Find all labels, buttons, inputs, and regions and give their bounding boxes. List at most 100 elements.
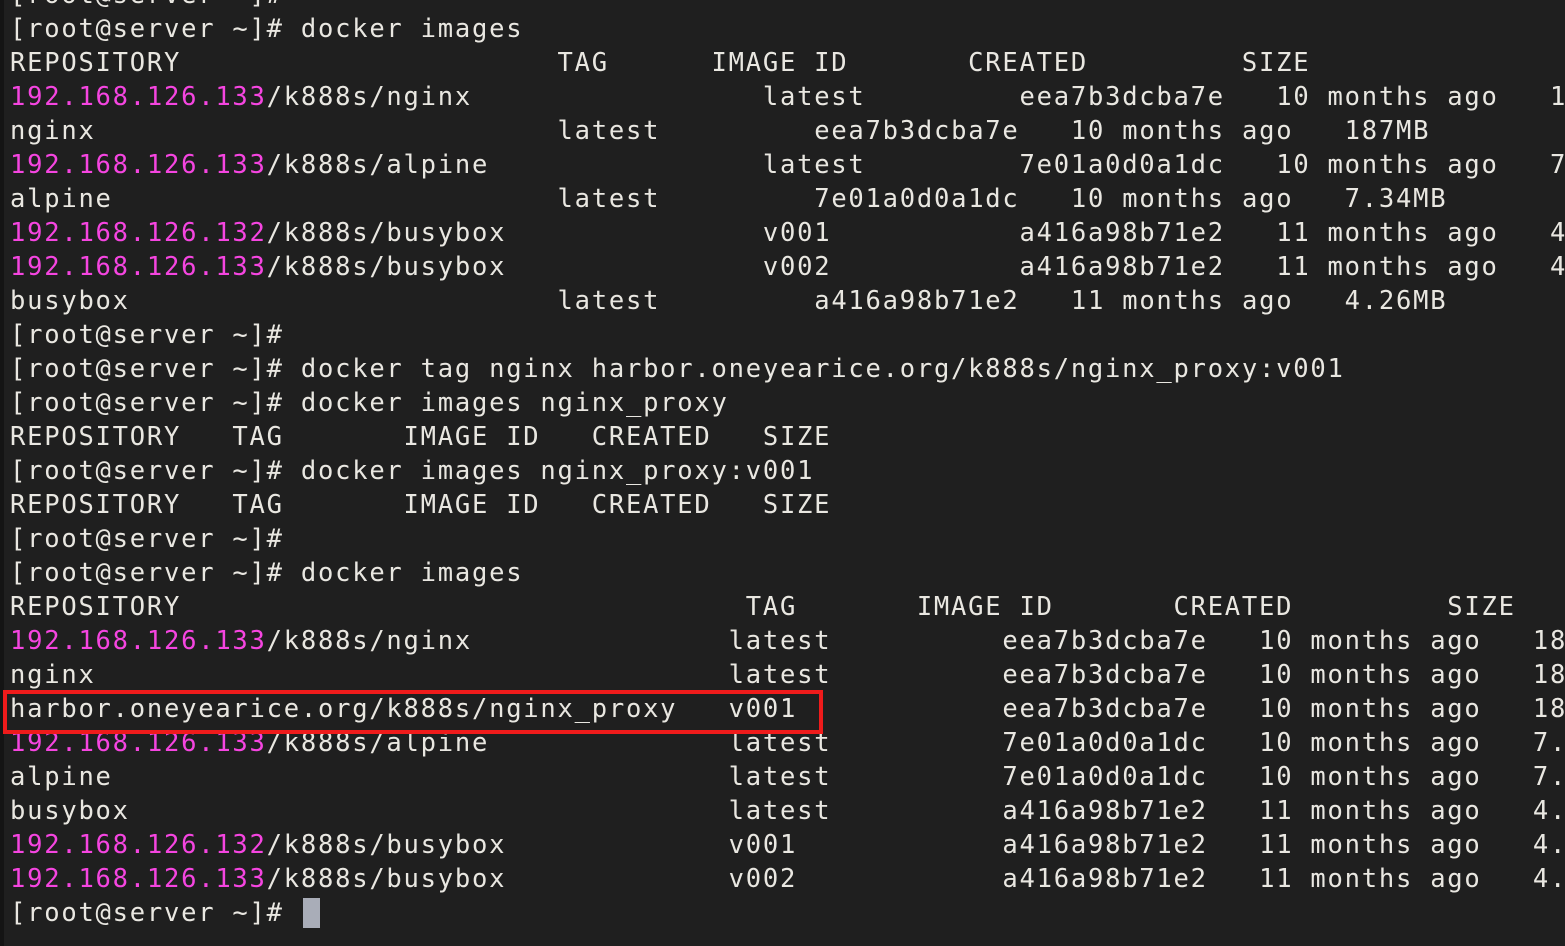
- image-id: a416a98b71e2: [814, 286, 1019, 316]
- image-size: 4.26MB: [1533, 830, 1565, 860]
- image-id: a416a98b71e2: [1002, 830, 1207, 860]
- repository-name: harbor.oneyearice.org/k888s/nginx_proxy: [10, 694, 677, 724]
- column-gap: [797, 830, 1002, 860]
- image-id: a416a98b71e2: [1002, 864, 1207, 894]
- image-tag: latest: [729, 762, 832, 792]
- table-row: nginx latest eea7b3dcba7e 10 months ago …: [10, 114, 1565, 148]
- repository-name: busybox: [10, 796, 130, 826]
- created-time: 10 months ago: [1259, 626, 1481, 656]
- created-time: 10 months ago: [1259, 728, 1481, 758]
- column-gap: [866, 150, 1020, 180]
- image-id: eea7b3dcba7e: [814, 116, 1019, 146]
- image-tag: v001: [729, 694, 797, 724]
- shell-prompt: [root@server ~]#: [10, 456, 301, 486]
- image-size: 4.26MB: [1533, 796, 1565, 826]
- column-gap: [1482, 694, 1533, 724]
- image-tag: v001: [729, 830, 797, 860]
- terminal-screen[interactable]: [root@server ~]# [root@server ~]# docker…: [10, 0, 1565, 930]
- table-row: busybox latest a416a98b71e2 11 months ag…: [10, 794, 1565, 828]
- table-header-row: REPOSITORY TAG IMAGE ID CREATED SIZE: [10, 488, 1565, 522]
- column-gap: [831, 626, 1002, 656]
- column-gap: [1293, 286, 1344, 316]
- table-row: 192.168.126.133/k888s/alpine latest 7e01…: [10, 148, 1565, 182]
- column-gap: [1482, 762, 1533, 792]
- table-row: 192.168.126.133/k888s/busybox v002 a416a…: [10, 250, 1565, 284]
- table-row: 192.168.126.133/k888s/nginx latest eea7b…: [10, 624, 1565, 658]
- shell-command: docker images: [301, 558, 523, 588]
- table-row: alpine latest 7e01a0d0a1dc 10 months ago…: [10, 760, 1565, 794]
- image-tag: v001: [763, 218, 831, 248]
- image-id: 7e01a0d0a1dc: [814, 184, 1019, 214]
- image-tag: latest: [729, 728, 832, 758]
- column-gap: [1293, 184, 1344, 214]
- table-header-text: REPOSITORY TAG IMAGE ID CREATED SIZE: [10, 490, 831, 520]
- image-size: 4.26MB: [1550, 252, 1565, 282]
- terminal-cursor: [303, 898, 320, 928]
- registry-host: 192.168.126.133: [10, 82, 267, 112]
- registry-host: 192.168.126.133: [10, 728, 267, 758]
- image-id: eea7b3dcba7e: [1002, 626, 1207, 656]
- column-gap: [1499, 82, 1550, 112]
- column-gap: [130, 286, 558, 316]
- table-header-row: REPOSITORY TAG IMAGE ID CREATED SIZE: [10, 420, 1565, 454]
- table-row: nginx latest eea7b3dcba7e 10 months ago …: [10, 658, 1565, 692]
- image-size: 187MB: [1533, 660, 1565, 690]
- column-gap: [489, 150, 763, 180]
- table-header-text: REPOSITORY TAG IMAGE ID CREATED SIZE: [10, 48, 1310, 78]
- repository-name: /k888s/alpine: [267, 150, 489, 180]
- table-row: harbor.oneyearice.org/k888s/nginx_proxy …: [10, 692, 1565, 726]
- column-gap: [506, 864, 728, 894]
- terminal-window[interactable]: [root@server ~]# [root@server ~]# docker…: [0, 0, 1565, 946]
- image-size: 4.26MB: [1533, 864, 1565, 894]
- column-gap: [472, 626, 729, 656]
- shell-command: docker images nginx_proxy:v001: [301, 456, 814, 486]
- column-gap: [1225, 82, 1276, 112]
- image-id: eea7b3dcba7e: [1002, 694, 1207, 724]
- shell-prompt: [root@server ~]#: [10, 558, 301, 588]
- column-gap: [1499, 218, 1550, 248]
- repository-name: /k888s/busybox: [267, 252, 507, 282]
- column-gap: [1225, 252, 1276, 282]
- table-row: alpine latest 7e01a0d0a1dc 10 months ago…: [10, 182, 1565, 216]
- registry-host: 192.168.126.133: [10, 626, 267, 656]
- column-gap: [113, 762, 729, 792]
- column-gap: [1208, 728, 1259, 758]
- repository-name: nginx: [10, 116, 96, 146]
- column-gap: [866, 82, 1020, 112]
- image-size: 7.34MB: [1345, 184, 1448, 214]
- image-size: 187MB: [1550, 82, 1565, 112]
- repository-name: /k888s/busybox: [267, 830, 507, 860]
- shell-prompt: [root@server ~]#: [10, 524, 301, 554]
- column-gap: [506, 830, 728, 860]
- image-size: 4.26MB: [1345, 286, 1448, 316]
- column-gap: [831, 218, 1019, 248]
- image-size: 187MB: [1345, 116, 1431, 146]
- created-time: 11 months ago: [1259, 796, 1481, 826]
- column-gap: [113, 184, 558, 214]
- repository-name: /k888s/alpine: [267, 728, 489, 758]
- repository-name: /k888s/nginx: [267, 82, 472, 112]
- repository-name: alpine: [10, 184, 113, 214]
- table-row: 192.168.126.133/k888s/alpine latest 7e01…: [10, 726, 1565, 760]
- image-id: 7e01a0d0a1dc: [1002, 728, 1207, 758]
- column-gap: [831, 252, 1019, 282]
- image-tag: latest: [558, 184, 661, 214]
- image-size: 187MB: [1533, 626, 1565, 656]
- image-tag: latest: [558, 116, 661, 146]
- column-gap: [660, 116, 814, 146]
- column-gap: [660, 184, 814, 214]
- column-gap: [1225, 150, 1276, 180]
- column-gap: [1208, 694, 1259, 724]
- repository-name: alpine: [10, 762, 113, 792]
- image-tag: latest: [763, 82, 866, 112]
- column-gap: [831, 660, 1002, 690]
- image-id: a416a98b71e2: [1020, 252, 1225, 282]
- shell-prompt: [root@server ~]#: [10, 14, 301, 44]
- image-id: a416a98b71e2: [1002, 796, 1207, 826]
- shell-prompt: [root@server ~]#: [10, 320, 301, 350]
- created-time: 11 months ago: [1276, 252, 1498, 282]
- shell-prompt: [root@server ~]#: [10, 0, 301, 10]
- registry-host: 192.168.126.133: [10, 252, 267, 282]
- column-gap: [489, 728, 729, 758]
- shell-command: docker images nginx_proxy: [301, 388, 729, 418]
